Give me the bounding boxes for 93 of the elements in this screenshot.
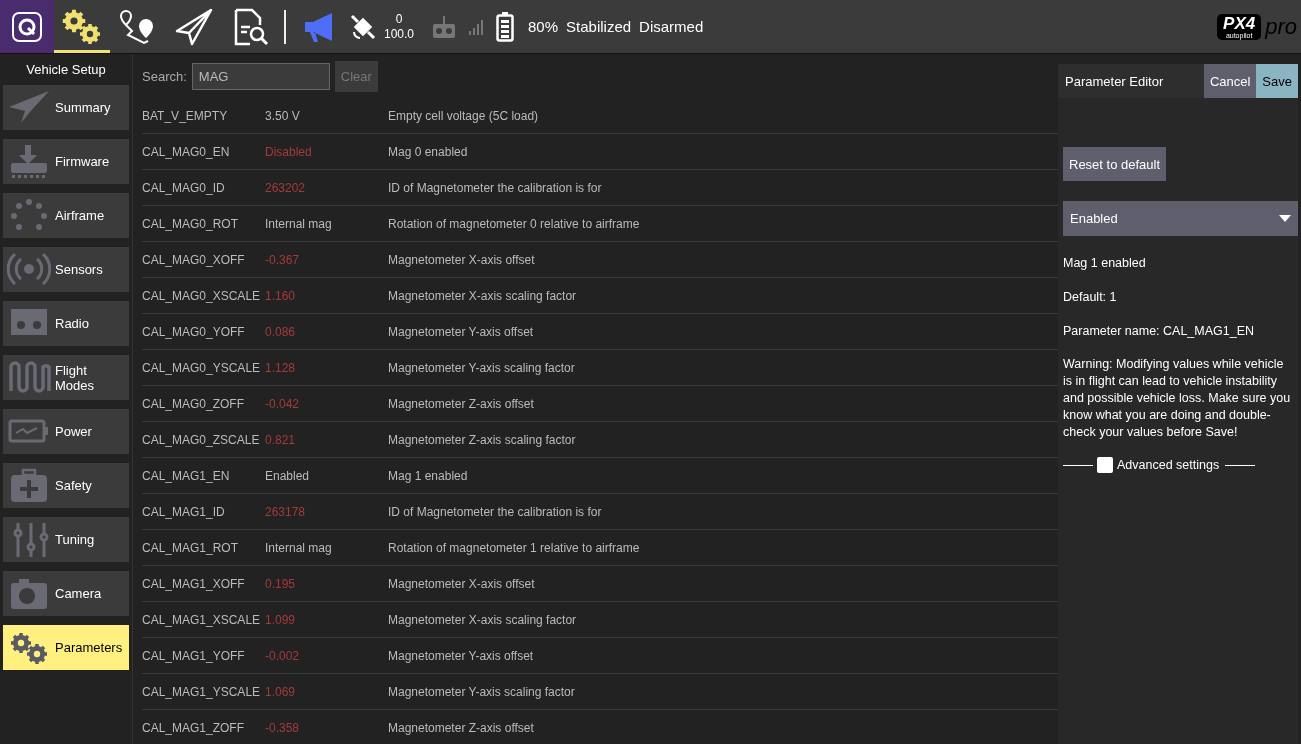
- table-cell-text: 0.195: [265, 576, 297, 591]
- paper-plane-icon: [174, 6, 214, 47]
- table-cell-text: CAL_MAG0_ZSCALE: [142, 432, 261, 447]
- table-cell-text: -0.358: [265, 720, 301, 735]
- table-cell-text: CAL_MAG0_YOFF: [142, 324, 246, 339]
- table-cell-text: Magnetometer Y-axis scaling factor: [388, 684, 576, 699]
- table-cell-text: CAL_MAG0_ID: [142, 180, 226, 195]
- default-value: Default: 1: [1063, 290, 1118, 304]
- table-cell-text: 0.821: [265, 432, 297, 447]
- sidebar-item[interactable]: Power: [3, 409, 129, 454]
- table-cell-text: Magnetometer Z-axis offset: [388, 720, 535, 735]
- table-cell-text: Mag 1 enabled: [388, 468, 469, 483]
- table-cell-text: Rotation of magnetometer 1 relative to airframe: [388, 540, 641, 555]
- sidebar-item[interactable]: Tuning: [3, 517, 129, 562]
- sidebar-item[interactable]: Sensors: [3, 247, 129, 292]
- table-cell-text: CAL_MAG0_ROT: [142, 216, 240, 231]
- flight-mode[interactable]: Stabilized: [566, 18, 632, 35]
- table-cell-text: 263202: [265, 180, 307, 195]
- search-label: Search:: [142, 68, 187, 84]
- sidebar-title: Vehicle Setup: [26, 62, 106, 77]
- table-cell-text: Mag 0 enabled: [388, 144, 469, 159]
- table-cell-text: Enabled: [265, 468, 311, 483]
- save-button[interactable]: Save: [1256, 64, 1298, 98]
- sidebar-item[interactable]: Radio: [3, 301, 129, 346]
- table-cell-text: CAL_MAG0_XOFF: [142, 252, 246, 267]
- table-cell-text: Rotation of magnetometer 0 relative to airframe: [388, 216, 641, 231]
- table-cell-text: CAL_MAG1_EN: [142, 468, 231, 483]
- table-cell-text: Magnetometer X-axis offset: [388, 576, 536, 591]
- panel-title: Parameter Editor: [1064, 73, 1165, 89]
- table-cell-text: 0.086: [265, 324, 297, 339]
- table-cell-text: CAL_MAG1_XOFF: [142, 576, 246, 591]
- table-cell-text: Magnetometer X-axis scaling factor: [388, 288, 578, 303]
- hdop-value: 100.0: [384, 26, 415, 42]
- table-cell-text: ID of Magnetometer the calibration is for: [388, 180, 603, 195]
- cancel-button[interactable]: Cancel: [1203, 64, 1257, 98]
- sidebar-item[interactable]: Summary: [3, 85, 129, 130]
- table-cell-text: 1.069: [265, 684, 297, 699]
- table-cell-text: CAL_MAG1_ID: [142, 504, 226, 519]
- table-cell-text: Magnetometer X-axis scaling factor: [388, 612, 578, 627]
- table-cell-text: CAL_MAG1_YOFF: [142, 648, 246, 663]
- advanced-settings-label[interactable]: Advanced settings: [1117, 458, 1220, 472]
- table-cell-text: 3.50 V: [265, 108, 301, 123]
- table-cell-text: Magnetometer Y-axis offset: [388, 324, 535, 339]
- warning-text: Warning: Modifying values while vehicle is in flight can lead to vehicle instability and possible vehicle loss. Make sure you know what you are doing and double-check your values before Save!: [1063, 356, 1292, 441]
- remote-control-icon: [432, 13, 457, 40]
- parameter-name: Parameter name: CAL_MAG1_EN: [1063, 324, 1256, 338]
- table-cell-text: CAL_MAG1_ROT: [142, 540, 240, 555]
- table-cell-text: CAL_MAG0_XSCALE: [142, 288, 262, 303]
- reset-button[interactable]: Reset to default: [1063, 147, 1167, 181]
- table-cell-text: BAT_V_EMPTY: [142, 108, 229, 123]
- table-cell-text: CAL_MAG0_EN: [142, 144, 231, 159]
- table-cell-text: Magnetometer Z-axis scaling factor: [388, 432, 577, 447]
- table-cell-text: 1.128: [265, 360, 297, 375]
- search-field[interactable]: MAG: [191, 62, 330, 90]
- table-cell-text: Magnetometer X-axis offset: [388, 252, 536, 267]
- app-logo-icon: [11, 10, 43, 43]
- table-cell-text: ID of Magnetometer the calibration is for: [388, 504, 603, 519]
- table-cell-text: -0.042: [265, 396, 301, 411]
- caret-icon: [1279, 215, 1291, 222]
- table-cell-text: Magnetometer Y-axis offset: [388, 648, 535, 663]
- table-cell-text: CAL_MAG1_ZOFF: [142, 720, 246, 735]
- sidebar-item[interactable]: Airframe: [3, 193, 129, 238]
- table-cell-text: CAL_MAG1_XSCALE: [142, 612, 262, 627]
- sidebar-item[interactable]: Firmware: [3, 139, 129, 184]
- table-cell-text: Magnetometer Z-axis offset: [388, 396, 535, 411]
- sidebar-item[interactable]: Safety: [3, 463, 129, 508]
- table-cell-text: CAL_MAG0_YSCALE: [142, 360, 262, 375]
- table-cell-text: CAL_MAG1_YSCALE: [142, 684, 262, 699]
- battery-icon: [496, 11, 515, 42]
- value-dropdown[interactable]: Enabled: [1063, 201, 1298, 236]
- table-cell-text: -0.367: [265, 252, 301, 267]
- logo-edition: pro: [1265, 13, 1297, 40]
- arm-status[interactable]: Disarmed: [639, 18, 704, 35]
- battery-percentage: 80%: [528, 18, 559, 35]
- table-cell-text: Internal mag: [265, 540, 333, 555]
- sidebar-item[interactable]: Flight Modes: [3, 355, 129, 400]
- signal-bars-icon: [468, 18, 485, 35]
- satellite-count: 0: [395, 11, 403, 27]
- table-cell-text: 1.160: [265, 288, 297, 303]
- app-logo[interactable]: [0, 0, 54, 53]
- table-cell-text: Empty cell voltage (5C load): [388, 108, 540, 123]
- logo-brand: PX4: [1223, 14, 1256, 32]
- sidebar-item[interactable]: Parameters: [3, 625, 129, 670]
- table-cell-text: CAL_MAG0_ZOFF: [142, 396, 246, 411]
- table-cell-text: Internal mag: [265, 216, 333, 231]
- table-cell-text: 263178: [265, 504, 307, 519]
- sidebar-item[interactable]: Camera: [3, 571, 129, 616]
- parameter-description: Mag 1 enabled: [1063, 256, 1147, 270]
- advanced-checkbox[interactable]: [1097, 457, 1113, 473]
- table-cell-text: 1.099: [265, 612, 297, 627]
- table-cell-text: Disabled: [265, 144, 313, 159]
- table-cell-text: -0.002: [265, 648, 301, 663]
- table-cell-text: Magnetometer Y-axis scaling factor: [388, 360, 576, 375]
